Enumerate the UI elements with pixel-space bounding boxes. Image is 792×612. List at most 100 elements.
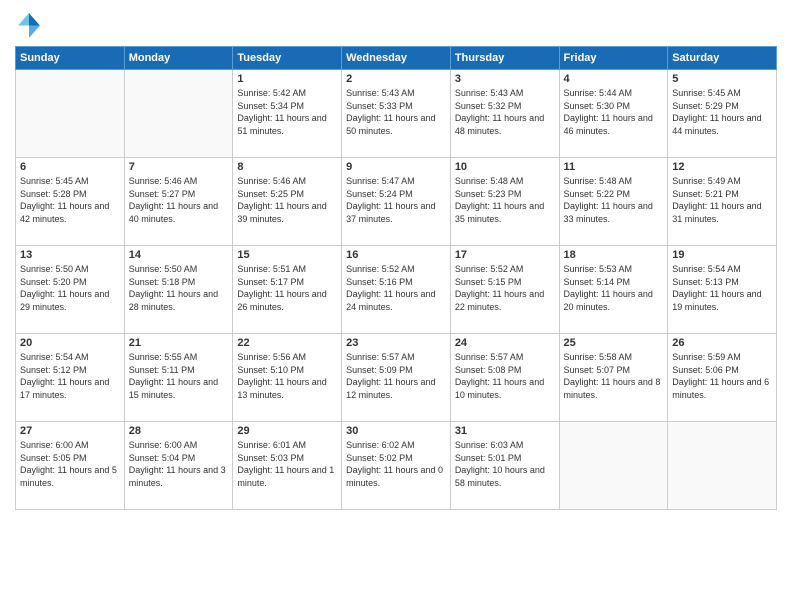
day-info: Sunrise: 5:43 AMSunset: 5:33 PMDaylight:… bbox=[346, 87, 446, 137]
day-number: 5 bbox=[672, 73, 772, 85]
day-number: 7 bbox=[129, 161, 229, 173]
calendar-cell: 27Sunrise: 6:00 AMSunset: 5:05 PMDayligh… bbox=[16, 422, 125, 510]
calendar-cell: 14Sunrise: 5:50 AMSunset: 5:18 PMDayligh… bbox=[124, 246, 233, 334]
calendar-cell: 9 Sunrise: 5:47 AMSunset: 5:24 PMDaylight… bbox=[342, 158, 451, 246]
calendar-cell: 20 Sunrise: 5:54 AMSunset: 5:12 PMDayligh… bbox=[16, 334, 125, 422]
calendar-cell bbox=[668, 422, 777, 510]
calendar-cell bbox=[124, 70, 233, 158]
day-number: 10 bbox=[455, 161, 555, 173]
day-number: 4 bbox=[564, 73, 664, 85]
logo-icon bbox=[15, 10, 43, 38]
calendar-cell: 29 Sunrise: 6:01 AMSunset: 5:03 PMDayligh… bbox=[233, 422, 342, 510]
header bbox=[15, 10, 777, 38]
day-info: Sunrise: 5:43 AMSunset: 5:32 PMDaylight:… bbox=[455, 87, 555, 137]
day-info: Sunrise: 5:45 AMSunset: 5:29 PMDaylight:… bbox=[672, 87, 772, 137]
calendar-cell bbox=[16, 70, 125, 158]
day-info: Sunrise: 5:50 AMSunset: 5:20 PMDaylight:… bbox=[20, 263, 120, 313]
weekday-friday: Friday bbox=[559, 47, 668, 70]
calendar-cell: 17 Sunrise: 5:52 AMSunset: 5:15 PMDayligh… bbox=[450, 246, 559, 334]
day-info: Sunrise: 5:58 AMSunset: 5:07 PMDaylight:… bbox=[564, 351, 664, 401]
day-info: Sunrise: 5:44 AMSunset: 5:30 PMDaylight:… bbox=[564, 87, 664, 137]
day-number: 20 bbox=[20, 337, 120, 349]
day-info: Sunrise: 6:02 AMSunset: 5:02 PMDaylight:… bbox=[346, 439, 446, 489]
day-info: Sunrise: 5:47 AMSunset: 5:24 PMDaylight:… bbox=[346, 175, 446, 225]
calendar-cell: 26 Sunrise: 5:59 AMSunset: 5:06 PMDayligh… bbox=[668, 334, 777, 422]
day-info: Sunrise: 5:46 AMSunset: 5:25 PMDaylight:… bbox=[237, 175, 337, 225]
day-info: Sunrise: 5:54 AMSunset: 5:13 PMDaylight:… bbox=[672, 263, 772, 313]
day-info: Sunrise: 5:42 AMSunset: 5:34 PMDaylight:… bbox=[237, 87, 337, 137]
day-number: 1 bbox=[237, 73, 337, 85]
day-info: Sunrise: 5:57 AMSunset: 5:08 PMDaylight:… bbox=[455, 351, 555, 401]
calendar-cell: 6 Sunrise: 5:45 AMSunset: 5:28 PMDaylight… bbox=[16, 158, 125, 246]
weekday-thursday: Thursday bbox=[450, 47, 559, 70]
day-number: 26 bbox=[672, 337, 772, 349]
calendar-cell: 30 Sunrise: 6:02 AMSunset: 5:02 PMDayligh… bbox=[342, 422, 451, 510]
weekday-monday: Monday bbox=[124, 47, 233, 70]
day-number: 31 bbox=[455, 425, 555, 437]
day-info: Sunrise: 5:52 AMSunset: 5:15 PMDaylight:… bbox=[455, 263, 555, 313]
day-info: Sunrise: 6:01 AMSunset: 5:03 PMDaylight:… bbox=[237, 439, 337, 489]
day-number: 12 bbox=[672, 161, 772, 173]
day-info: Sunrise: 5:56 AMSunset: 5:10 PMDaylight:… bbox=[237, 351, 337, 401]
day-info: Sunrise: 5:55 AMSunset: 5:11 PMDaylight:… bbox=[129, 351, 229, 401]
weekday-header-row: SundayMondayTuesdayWednesdayThursdayFrid… bbox=[16, 47, 777, 70]
week-row-4: 20 Sunrise: 5:54 AMSunset: 5:12 PMDayligh… bbox=[16, 334, 777, 422]
calendar-cell: 23Sunrise: 5:57 AMSunset: 5:09 PMDayligh… bbox=[342, 334, 451, 422]
calendar-table: SundayMondayTuesdayWednesdayThursdayFrid… bbox=[15, 46, 777, 510]
day-info: Sunrise: 5:45 AMSunset: 5:28 PMDaylight:… bbox=[20, 175, 120, 225]
weekday-saturday: Saturday bbox=[668, 47, 777, 70]
week-row-2: 6 Sunrise: 5:45 AMSunset: 5:28 PMDaylight… bbox=[16, 158, 777, 246]
day-number: 13 bbox=[20, 249, 120, 261]
weekday-tuesday: Tuesday bbox=[233, 47, 342, 70]
weekday-wednesday: Wednesday bbox=[342, 47, 451, 70]
calendar-cell: 19 Sunrise: 5:54 AMSunset: 5:13 PMDayligh… bbox=[668, 246, 777, 334]
day-info: Sunrise: 5:48 AMSunset: 5:23 PMDaylight:… bbox=[455, 175, 555, 225]
calendar-cell bbox=[559, 422, 668, 510]
day-info: Sunrise: 5:48 AMSunset: 5:22 PMDaylight:… bbox=[564, 175, 664, 225]
day-number: 6 bbox=[20, 161, 120, 173]
calendar-cell: 10 Sunrise: 5:48 AMSunset: 5:23 PMDayligh… bbox=[450, 158, 559, 246]
day-number: 19 bbox=[672, 249, 772, 261]
calendar-cell: 4 Sunrise: 5:44 AMSunset: 5:30 PMDaylight… bbox=[559, 70, 668, 158]
day-info: Sunrise: 5:52 AMSunset: 5:16 PMDaylight:… bbox=[346, 263, 446, 313]
day-info: Sunrise: 5:53 AMSunset: 5:14 PMDaylight:… bbox=[564, 263, 664, 313]
calendar-cell: 16 Sunrise: 5:52 AMSunset: 5:16 PMDayligh… bbox=[342, 246, 451, 334]
calendar-cell: 3 Sunrise: 5:43 AMSunset: 5:32 PMDaylight… bbox=[450, 70, 559, 158]
calendar-cell: 18 Sunrise: 5:53 AMSunset: 5:14 PMDayligh… bbox=[559, 246, 668, 334]
calendar-cell: 12 Sunrise: 5:49 AMSunset: 5:21 PMDayligh… bbox=[668, 158, 777, 246]
calendar-cell: 8Sunrise: 5:46 AMSunset: 5:25 PMDaylight… bbox=[233, 158, 342, 246]
day-number: 17 bbox=[455, 249, 555, 261]
day-number: 11 bbox=[564, 161, 664, 173]
day-info: Sunrise: 5:51 AMSunset: 5:17 PMDaylight:… bbox=[237, 263, 337, 313]
day-number: 30 bbox=[346, 425, 446, 437]
day-number: 28 bbox=[129, 425, 229, 437]
week-row-3: 13 Sunrise: 5:50 AMSunset: 5:20 PMDayligh… bbox=[16, 246, 777, 334]
day-number: 21 bbox=[129, 337, 229, 349]
day-info: Sunrise: 5:49 AMSunset: 5:21 PMDaylight:… bbox=[672, 175, 772, 225]
calendar-cell: 21 Sunrise: 5:55 AMSunset: 5:11 PMDayligh… bbox=[124, 334, 233, 422]
day-number: 27 bbox=[20, 425, 120, 437]
calendar-cell: 13 Sunrise: 5:50 AMSunset: 5:20 PMDayligh… bbox=[16, 246, 125, 334]
calendar-cell: 28 Sunrise: 6:00 AMSunset: 5:04 PMDayligh… bbox=[124, 422, 233, 510]
day-number: 22 bbox=[237, 337, 337, 349]
day-info: Sunrise: 6:00 AMSunset: 5:04 PMDaylight:… bbox=[129, 439, 229, 489]
day-info: Sunrise: 5:57 AMSunset: 5:09 PMDaylight:… bbox=[346, 351, 446, 401]
day-info: Sunrise: 6:03 AMSunset: 5:01 PMDaylight:… bbox=[455, 439, 555, 489]
day-number: 29 bbox=[237, 425, 337, 437]
day-number: 16 bbox=[346, 249, 446, 261]
day-number: 18 bbox=[564, 249, 664, 261]
day-number: 25 bbox=[564, 337, 664, 349]
day-number: 9 bbox=[346, 161, 446, 173]
calendar-cell: 11 Sunrise: 5:48 AMSunset: 5:22 PMDayligh… bbox=[559, 158, 668, 246]
day-info: Sunrise: 5:59 AMSunset: 5:06 PMDaylight:… bbox=[672, 351, 772, 401]
calendar-cell: 15Sunrise: 5:51 AMSunset: 5:17 PMDayligh… bbox=[233, 246, 342, 334]
day-number: 24 bbox=[455, 337, 555, 349]
week-row-5: 27Sunrise: 6:00 AMSunset: 5:05 PMDayligh… bbox=[16, 422, 777, 510]
calendar-cell: 7Sunrise: 5:46 AMSunset: 5:27 PMDaylight… bbox=[124, 158, 233, 246]
calendar-cell: 2Sunrise: 5:43 AMSunset: 5:33 PMDaylight… bbox=[342, 70, 451, 158]
day-info: Sunrise: 5:54 AMSunset: 5:12 PMDaylight:… bbox=[20, 351, 120, 401]
day-number: 3 bbox=[455, 73, 555, 85]
day-info: Sunrise: 5:50 AMSunset: 5:18 PMDaylight:… bbox=[129, 263, 229, 313]
calendar-cell: 24 Sunrise: 5:57 AMSunset: 5:08 PMDayligh… bbox=[450, 334, 559, 422]
calendar-cell: 25 Sunrise: 5:58 AMSunset: 5:07 PMDayligh… bbox=[559, 334, 668, 422]
